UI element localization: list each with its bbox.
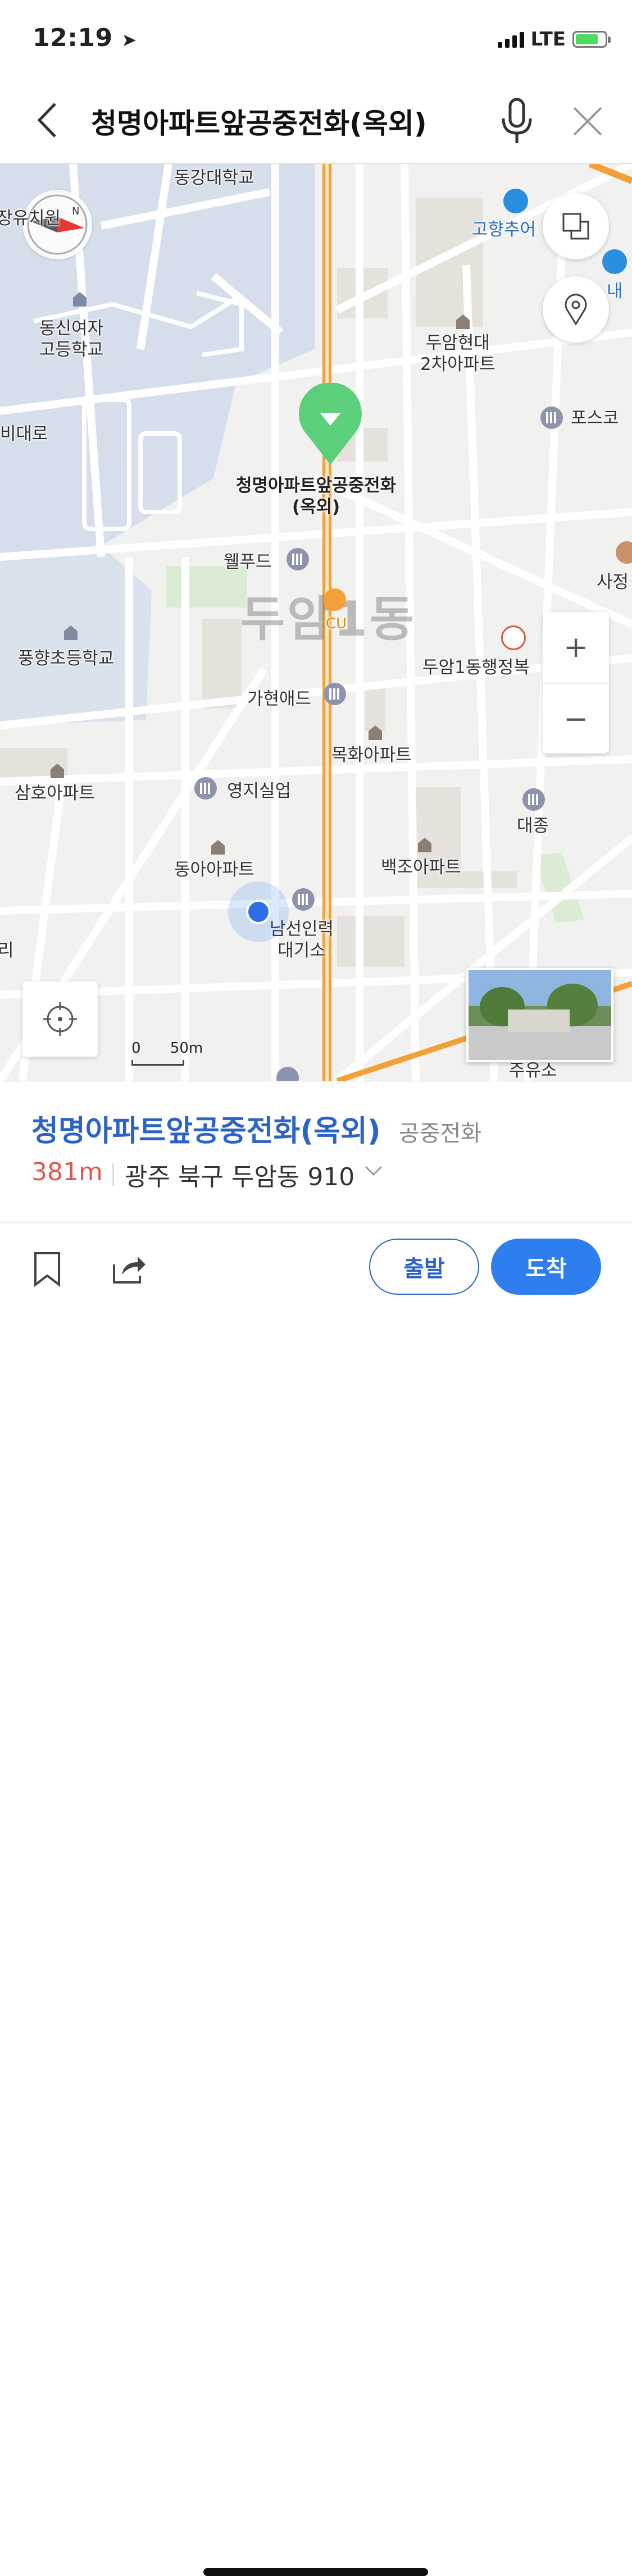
place-pin-button[interactable] [543,276,609,342]
map-label-donggang-univ[interactable]: 동강대학교 [174,167,254,189]
selected-place-marker[interactable] [298,382,363,467]
divider [112,1163,114,1186]
bookmark-icon [34,1252,60,1287]
map-label-punghyang-elem[interactable]: 풍향초등학교 [18,648,114,669]
place-info-panel[interactable]: 청명아파트앞공중전화(옥외) 공중전화 381m 광주 북구 두암동 910 [0,1081,632,1223]
status-indicators: LTE [497,28,611,51]
government-office-icon [501,625,526,650]
search-query[interactable]: 청명아파트앞공중전화(옥외) [91,101,427,141]
map-label-kindergarten[interactable]: 장유치원 [0,208,61,229]
school-icon [64,625,78,640]
place-address[interactable]: 광주 북구 두암동 910 [125,1157,354,1193]
clear-search-button[interactable] [565,99,610,144]
map-label-cu[interactable]: CU [326,613,347,634]
share-icon [113,1257,146,1284]
battery-icon [572,31,611,48]
action-bar: 출발 도착 [0,1223,632,2576]
start-route-button[interactable]: 출발 [369,1239,479,1295]
building-icon [540,407,563,429]
building-icon [324,683,346,705]
map-label-youngji[interactable]: 영지실업 [227,780,291,802]
building-icon [522,788,545,811]
map-label-posco[interactable]: 포스코 [571,408,619,429]
back-button[interactable] [25,98,70,143]
restaurant-icon [503,189,528,213]
current-location-marker [228,881,289,942]
map-label-left-edge: 리 [0,940,14,961]
signal-icon [497,31,524,48]
map-label-samho-apt[interactable]: 삼호아파트 [15,783,95,804]
clock-text: 12:19 [33,24,113,52]
map-view[interactable]: N 동강대학교 장유치원 동신여자 고등학교 비대로 두암현대 2차아파트 고향… [0,164,632,1081]
building-icon [292,888,315,911]
share-button[interactable] [108,1248,151,1290]
location-pin-icon [565,294,587,326]
apartment-icon [211,840,225,855]
restaurant-icon [602,249,627,274]
map-label-mokhwa-apt[interactable]: 목화아파트 [331,745,412,766]
convenience-store-icon [324,588,346,611]
place-name[interactable]: 청명아파트앞공중전화(옥외) [31,1107,381,1149]
place-category: 공중전화 [399,1121,482,1147]
map-label-sajeong[interactable]: 사정 [597,572,629,593]
status-bar: 12:19 ➤ LTE [0,0,632,79]
apartment-icon [456,314,470,329]
zoom-controls: + − [543,612,609,753]
chevron-left-icon [37,103,56,138]
school-icon [73,292,87,307]
microphone-icon [502,98,532,143]
apartment-icon [369,725,382,740]
map-label-wellfood[interactable]: 웰푸드 [224,551,272,573]
place-distance: 381m [31,1158,103,1186]
map-label-baekjo-apt[interactable]: 백조아파트 [381,857,461,878]
crosshair-icon [43,1002,77,1036]
bookmark-button[interactable] [29,1246,65,1291]
layers-icon [562,213,589,240]
map-label-gahyun-ad[interactable]: 가현애드 [247,688,311,710]
close-icon [573,107,602,136]
map-label-gas-station[interactable]: 주유소 [509,1060,557,1081]
status-time: 12:19 ➤ [33,24,137,52]
map-label-duam1-office[interactable]: 두암1동행정복 [422,657,530,678]
chevron-down-icon[interactable] [362,1160,385,1182]
marker-pin-icon [299,382,362,465]
location-arrow-icon: ➤ [121,29,137,51]
scale-distance: 50m [170,1040,203,1057]
scale-zero: 0 [131,1040,141,1057]
apartment-icon [51,764,64,778]
street-view-thumbnail[interactable] [466,968,613,1062]
map-label-right-edge[interactable]: 내 [607,281,623,302]
network-type: LTE [530,28,566,51]
building-icon [194,777,217,800]
map-label-daejong[interactable]: 대종 [517,815,549,837]
zoom-out-button[interactable]: − [543,683,609,755]
map-layer-button[interactable] [543,193,609,259]
home-indicator [203,2568,428,2576]
svg-text:N: N [72,205,79,217]
zoom-in-button[interactable]: + [543,612,609,683]
apartment-icon [418,838,431,852]
arrive-route-button[interactable]: 도착 [491,1239,601,1295]
building-icon [287,548,309,570]
map-label-duam-hyundai[interactable]: 두암현대 2차아파트 [420,332,495,375]
map-scale: 0 50m [131,1040,203,1066]
voice-search-button[interactable] [493,93,540,149]
selected-marker-label: 청명아파트앞공중전화 (옥외) [236,476,397,517]
map-label-dongshin-girls-high[interactable]: 동신여자 고등학교 [39,318,103,360]
map-label-donga-apt[interactable]: 동아아파트 [174,859,254,880]
search-header: 청명아파트앞공중전화(옥외) [0,79,632,164]
my-location-button[interactable] [22,981,98,1057]
map-label-gohyang[interactable]: 고향추어 [472,219,536,240]
map-label-bidaero: 비대로 [0,424,48,444]
